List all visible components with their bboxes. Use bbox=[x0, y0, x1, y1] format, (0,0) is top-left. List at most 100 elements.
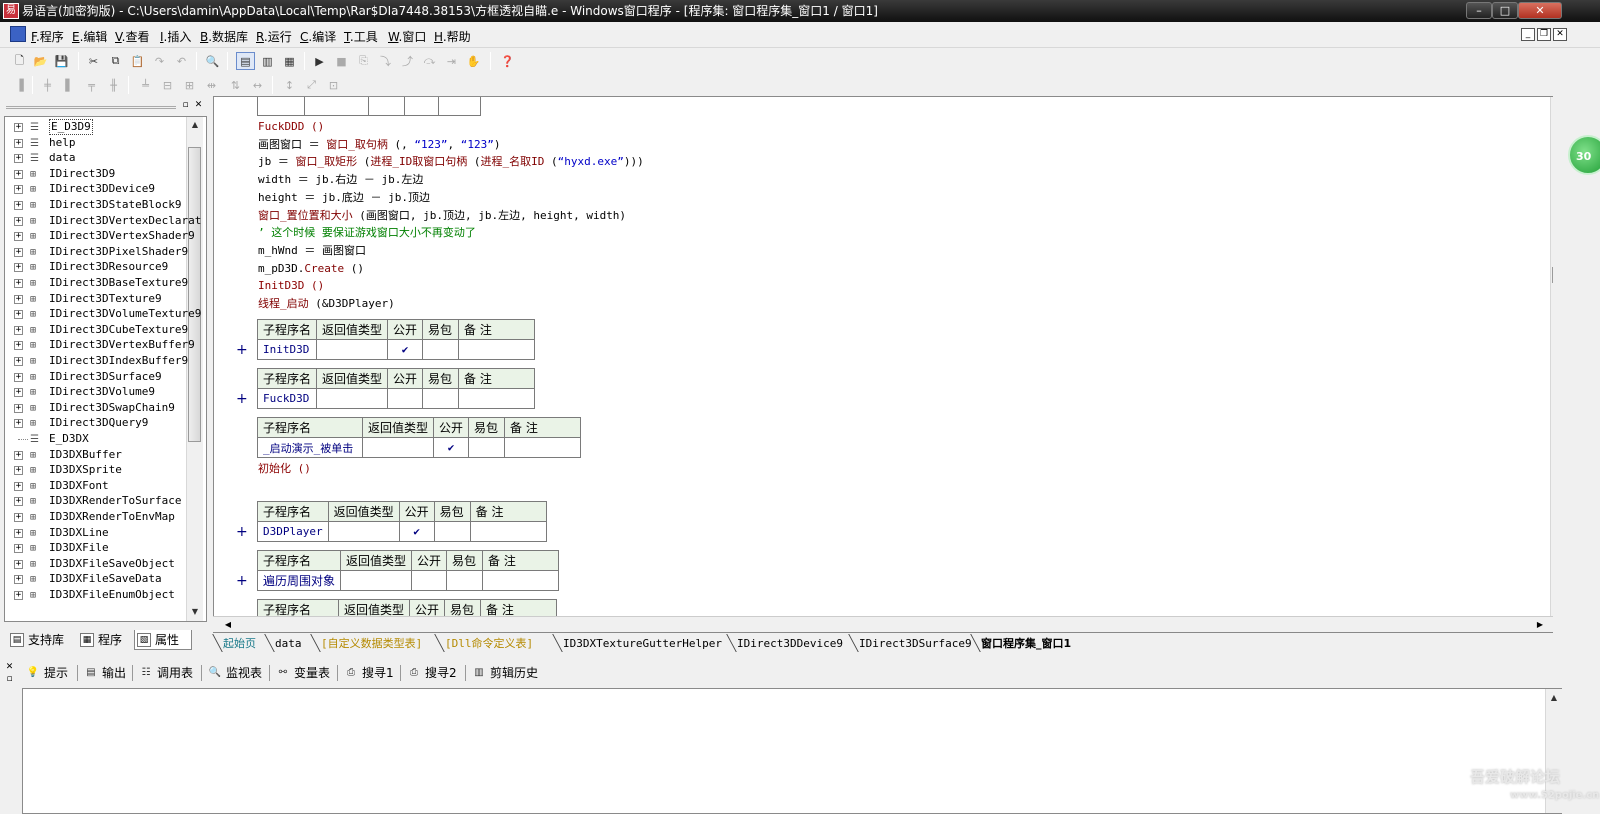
run-icon[interactable]: ▶ bbox=[310, 52, 329, 70]
tree-item[interactable]: + ⊞ IDirect3DStateBlock9 bbox=[5, 197, 183, 213]
sub-name[interactable]: InitD3D bbox=[256, 339, 318, 360]
expand-icon[interactable]: + bbox=[14, 497, 23, 507]
document-icon[interactable] bbox=[10, 26, 26, 42]
expand-icon[interactable]: + bbox=[14, 263, 23, 273]
tree-item[interactable]: + ⊞ IDirect3DDevice9 bbox=[5, 181, 183, 197]
tree-item[interactable]: + ⊞ IDirect3DSwapChain9 bbox=[5, 400, 183, 416]
scroll-thumb[interactable] bbox=[1552, 267, 1553, 283]
expand-icon[interactable]: + bbox=[14, 279, 23, 288]
tree-scrollbar[interactable]: ▲ ▼ bbox=[186, 117, 203, 621]
copy-icon[interactable]: ⧉ bbox=[106, 52, 125, 70]
panel-close-icon[interactable]: ✕ bbox=[193, 100, 204, 111]
tree-item[interactable]: + ☰ E_D3D9 bbox=[5, 119, 183, 135]
tree-item[interactable]: ☰ E_D3DX bbox=[5, 431, 183, 447]
same-width-icon[interactable]: ↔ bbox=[248, 76, 267, 94]
run-to-cursor-icon[interactable]: ⇥ bbox=[442, 52, 461, 70]
code-line[interactable]: FuckDDD () bbox=[258, 119, 324, 135]
panel-restore-icon[interactable]: ▫ bbox=[180, 100, 191, 111]
sub-name[interactable]: _启动演示_被单击 bbox=[257, 437, 363, 458]
tab-library[interactable]: ▤ 支持库 bbox=[8, 630, 74, 650]
doc-tab[interactable]: [自定义数据类型表] bbox=[321, 635, 422, 652]
output-tab[interactable]: ▥ 剪辑历史 bbox=[470, 663, 538, 683]
layout-2-icon[interactable]: ▥ bbox=[258, 52, 277, 70]
doc-tab[interactable]: data bbox=[275, 635, 302, 652]
tab-program[interactable]: ▦ 程序 bbox=[78, 630, 133, 650]
tree-item[interactable]: + ⊞ ID3DXRenderToEnvMap bbox=[5, 509, 183, 525]
expand-icon[interactable]: + bbox=[14, 341, 23, 351]
output-tab[interactable]: ▤ 输出 bbox=[82, 663, 126, 683]
stop-icon[interactable]: ■ bbox=[332, 52, 351, 70]
mdi-close-button[interactable]: ✕ bbox=[1553, 28, 1567, 41]
center-h-icon[interactable]: ⊟ bbox=[158, 76, 177, 94]
public-check-icon[interactable]: ✔ bbox=[398, 521, 435, 542]
tree-item[interactable]: + ⊞ IDirect3DBaseTexture9 bbox=[5, 275, 188, 291]
output-area[interactable]: ▲ bbox=[22, 688, 1562, 814]
open-icon[interactable]: 📂 bbox=[31, 52, 50, 70]
doc-tab[interactable]: IDirect3DDevice9 bbox=[737, 635, 843, 652]
mdi-minimize-button[interactable]: _ bbox=[1521, 28, 1535, 41]
help-icon[interactable]: ❓ bbox=[498, 52, 517, 70]
menu-item-f[interactable]: F.程序 bbox=[31, 28, 64, 45]
expand-icon[interactable]: + bbox=[14, 247, 23, 257]
public-check-icon[interactable]: ✔ bbox=[433, 437, 470, 458]
expand-icon[interactable]: + bbox=[14, 575, 23, 585]
expand-icon[interactable]: + bbox=[14, 185, 23, 195]
doc-tab[interactable]: IDirect3DSurface9 bbox=[859, 635, 972, 652]
tree-item[interactable]: + ⊞ ID3DXFont bbox=[5, 478, 183, 494]
menu-item-e[interactable]: E.编辑 bbox=[72, 28, 107, 45]
tree-item[interactable]: + ⊞ ID3DXFileEnumObject bbox=[5, 587, 183, 603]
sub-name[interactable]: D3DPlayer bbox=[257, 521, 329, 542]
align-bottom-icon[interactable]: ╧ bbox=[136, 76, 155, 94]
expand-icon[interactable]: + bbox=[14, 544, 23, 554]
tree-item[interactable]: + ⊞ IDirect3DVertexShader9 bbox=[5, 228, 195, 244]
code-line[interactable]: m_hWnd ＝ 画图窗口 bbox=[258, 243, 366, 259]
space-h-icon[interactable]: ⇹ bbox=[202, 76, 221, 94]
tree-item[interactable]: + ⊞ ID3DXSprite bbox=[5, 462, 183, 478]
tree-item[interactable]: + ☰ data bbox=[5, 150, 183, 166]
menu-item-i[interactable]: I.插入 bbox=[160, 28, 191, 45]
expand-plus-icon[interactable]: + bbox=[236, 525, 248, 539]
tree-item[interactable]: + ⊞ ID3DXLine bbox=[5, 525, 183, 541]
mdi-restore-button[interactable]: ❐ bbox=[1537, 28, 1551, 41]
expand-icon[interactable]: + bbox=[14, 591, 23, 600]
expand-icon[interactable]: + bbox=[14, 232, 23, 242]
align-top-icon[interactable]: ╤ bbox=[82, 76, 101, 94]
doc-tab[interactable]: [Dll命令定义表] bbox=[445, 635, 533, 652]
expand-icon[interactable]: + bbox=[14, 513, 23, 522]
public-check-icon[interactable]: ✔ bbox=[387, 339, 424, 360]
menu-item-r[interactable]: R.运行 bbox=[256, 28, 292, 45]
undo-icon[interactable]: ↶ bbox=[172, 52, 191, 70]
menu-item-w[interactable]: W.窗口 bbox=[388, 28, 426, 45]
expand-icon[interactable]: + bbox=[14, 528, 23, 538]
floating-badge[interactable]: 30 bbox=[1568, 135, 1600, 175]
tree-item[interactable]: + ⊞ IDirect3DPixelShader9 bbox=[5, 244, 188, 260]
align-right-icon[interactable]: ▌ bbox=[60, 76, 79, 94]
expand-icon[interactable]: + bbox=[14, 123, 23, 132]
expand-icon[interactable]: + bbox=[14, 138, 23, 148]
expand-icon[interactable]: + bbox=[14, 294, 23, 304]
scroll-right-icon[interactable]: ▶ bbox=[1533, 618, 1547, 632]
close-button[interactable]: ✕ bbox=[1518, 2, 1562, 19]
expand-icon[interactable]: + bbox=[14, 216, 23, 226]
app-icon[interactable]: 易 bbox=[3, 3, 19, 19]
output-tab[interactable]: ⚯ 变量表 bbox=[274, 663, 330, 683]
minimize-button[interactable]: – bbox=[1466, 2, 1492, 19]
tab-property[interactable]: ▧ 属性 bbox=[134, 630, 192, 650]
tree-item[interactable]: + ⊞ IDirect3DTexture9 bbox=[5, 291, 183, 307]
step-out-icon[interactable]: ⤴ bbox=[398, 52, 417, 70]
scroll-up-icon[interactable]: ▲ bbox=[1547, 691, 1561, 705]
tree-item[interactable]: + ⊞ ID3DXBuffer bbox=[5, 447, 183, 463]
scroll-down-icon[interactable]: ▼ bbox=[1552, 599, 1553, 613]
tree-item[interactable]: + ⊞ IDirect3DVolumeTexture9 bbox=[5, 306, 201, 322]
center-v-icon[interactable]: ⊞ bbox=[180, 76, 199, 94]
code-line[interactable]: width ＝ jb.右边 － jb.左边 bbox=[258, 172, 423, 188]
tree-item[interactable]: + ⊞ ID3DXRenderToSurface bbox=[5, 493, 183, 509]
tree-item[interactable]: + ⊞ IDirect3DVertexDeclarat bbox=[5, 213, 201, 229]
menu-item-t[interactable]: T.工具 bbox=[344, 28, 378, 45]
tree-item[interactable]: + ⊞ ID3DXFileSaveObject bbox=[5, 556, 183, 572]
scroll-thumb[interactable] bbox=[188, 147, 201, 442]
doc-tab[interactable]: 窗口程序集_窗口1 bbox=[981, 635, 1071, 652]
expand-icon[interactable]: + bbox=[14, 325, 23, 335]
output-tab[interactable]: ⎙ 搜寻2 bbox=[405, 663, 457, 683]
tree-item[interactable]: + ⊞ ID3DXFileSaveData bbox=[5, 571, 183, 587]
